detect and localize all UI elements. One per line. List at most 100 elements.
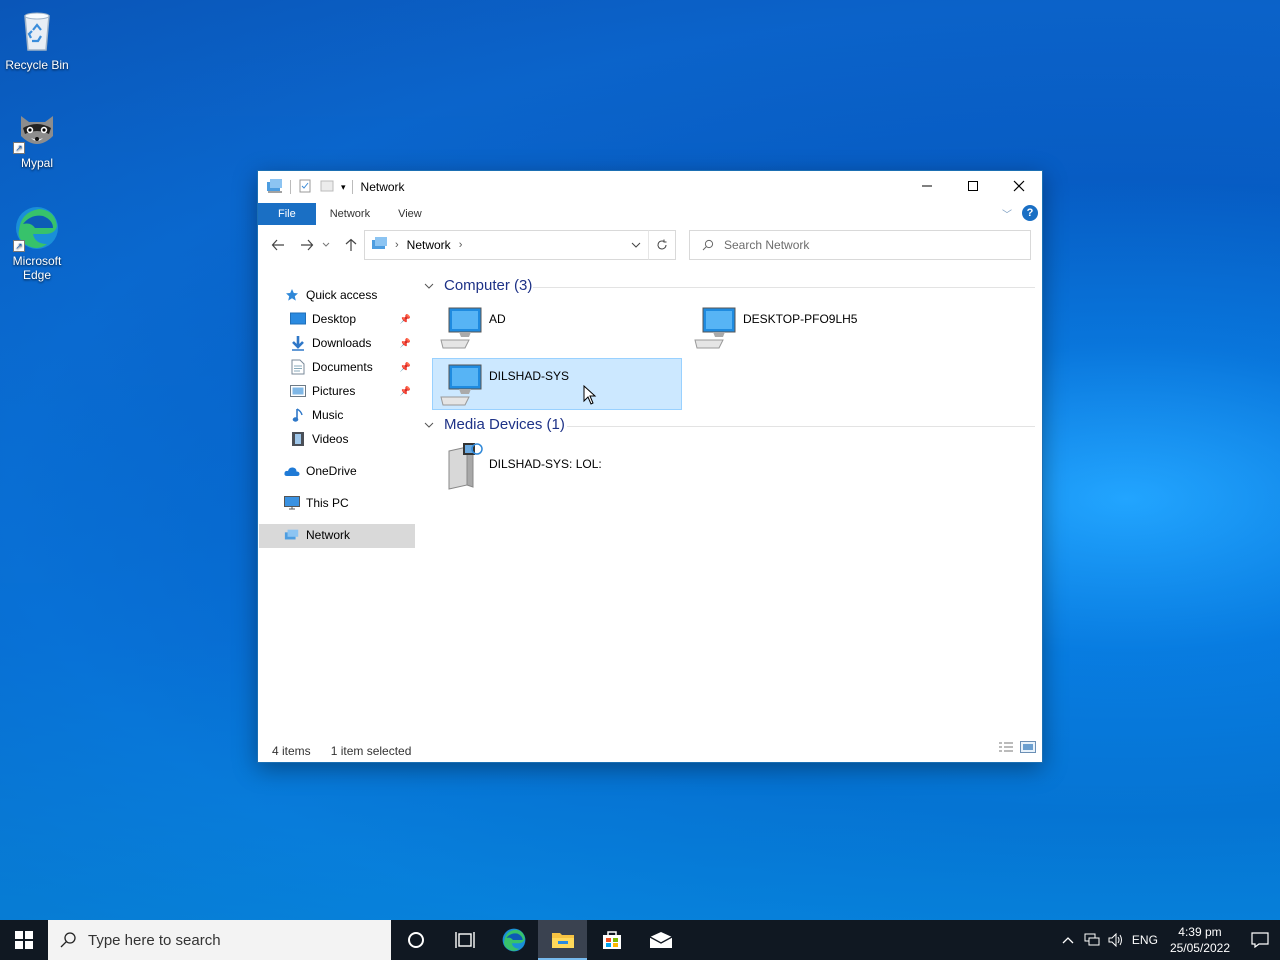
tab-network[interactable]: Network bbox=[316, 203, 384, 225]
nav-item-quick-access[interactable]: Quick access bbox=[284, 284, 377, 306]
task-view-button[interactable] bbox=[440, 920, 489, 960]
windows-logo-icon bbox=[15, 931, 33, 949]
chevron-down-icon bbox=[424, 419, 438, 431]
task-view-icon bbox=[454, 932, 475, 948]
nav-item-pictures[interactable]: Pictures 📌 bbox=[290, 380, 415, 402]
properties-icon[interactable] bbox=[297, 178, 313, 197]
pin-icon[interactable]: 📌 bbox=[400, 386, 411, 397]
music-note-icon bbox=[290, 407, 306, 423]
nav-item-music[interactable]: Music bbox=[290, 404, 343, 426]
item-label: DESKTOP-PFO9LH5 bbox=[743, 312, 858, 326]
chevron-down-icon bbox=[631, 242, 641, 248]
pin-icon[interactable]: 📌 bbox=[400, 362, 411, 373]
group-divider bbox=[567, 426, 1035, 427]
divider bbox=[351, 180, 353, 194]
tab-file[interactable]: File bbox=[258, 203, 316, 225]
computer-icon bbox=[693, 306, 737, 350]
breadcrumb-network[interactable]: Network bbox=[407, 238, 451, 252]
close-button[interactable] bbox=[996, 171, 1042, 201]
navigation-pane: Quick access Desktop 📌 Downloads 📌 Docum… bbox=[258, 281, 415, 731]
group-header-computer[interactable]: Computer (3) bbox=[424, 277, 532, 294]
up-button[interactable] bbox=[339, 233, 363, 257]
nav-item-label: Music bbox=[312, 408, 344, 422]
action-center-button[interactable] bbox=[1240, 920, 1280, 960]
film-strip-icon bbox=[290, 431, 306, 447]
taskbar-edge-button[interactable] bbox=[489, 920, 538, 960]
expand-ribbon-chevron-icon[interactable]: ﹀ bbox=[1002, 206, 1012, 221]
group-title: Computer (3) bbox=[444, 277, 533, 294]
chevron-down-icon bbox=[322, 242, 330, 247]
customize-qat-chevron-icon[interactable]: ▾ bbox=[341, 182, 346, 193]
media-item-dilshad-sys-lol[interactable]: DILSHAD-SYS: LOL: bbox=[433, 441, 683, 493]
nav-item-label: Desktop bbox=[312, 312, 357, 326]
start-button[interactable] bbox=[0, 920, 48, 960]
back-arrow-icon bbox=[271, 239, 284, 251]
desktop-icon-label: Microsoft Edge bbox=[12, 254, 62, 282]
group-divider bbox=[533, 287, 1035, 288]
quick-access-toolbar: ▾ bbox=[258, 178, 353, 197]
nav-item-network[interactable]: Network bbox=[284, 524, 350, 546]
new-folder-icon[interactable] bbox=[319, 178, 335, 197]
nav-item-downloads[interactable]: Downloads 📌 bbox=[290, 332, 415, 354]
edge-icon: ↗ bbox=[13, 204, 61, 252]
network-icon bbox=[284, 527, 300, 543]
store-icon bbox=[602, 931, 621, 949]
network-status-icon[interactable] bbox=[1080, 933, 1104, 947]
show-hidden-icons-chevron-icon[interactable] bbox=[1056, 936, 1080, 944]
system-tray: ENG 4:39 pm 25/05/2022 bbox=[1056, 920, 1280, 960]
address-dropdown-button[interactable] bbox=[625, 231, 647, 259]
group-title: Media Devices (1) bbox=[444, 416, 565, 433]
network-item-desktop-pfo9lh5[interactable]: DESKTOP-PFO9LH5 bbox=[687, 302, 937, 354]
divider bbox=[290, 180, 291, 194]
maximize-button[interactable] bbox=[950, 171, 996, 201]
taskbar: Type here to search ENG 4:39 pm 25/05/20… bbox=[0, 920, 1280, 960]
up-arrow-icon bbox=[345, 238, 357, 251]
nav-item-videos[interactable]: Videos bbox=[290, 428, 348, 450]
address-bar[interactable]: › Network › bbox=[364, 230, 676, 260]
back-button[interactable] bbox=[266, 233, 290, 257]
volume-icon[interactable] bbox=[1104, 933, 1128, 947]
cortana-icon bbox=[407, 932, 424, 948]
desktop-icon-recycle-bin[interactable]: Recycle Bin bbox=[0, 8, 74, 72]
refresh-button[interactable] bbox=[648, 230, 676, 260]
details-view-icon[interactable] bbox=[998, 741, 1014, 756]
minimize-icon bbox=[922, 185, 932, 187]
desktop-icon-mypal[interactable]: ↗ Mypal bbox=[0, 106, 74, 170]
refresh-icon bbox=[657, 239, 667, 250]
recent-locations-button[interactable] bbox=[319, 233, 333, 257]
tab-view[interactable]: View bbox=[384, 203, 436, 225]
breadcrumb-separator-icon[interactable]: › bbox=[459, 239, 463, 251]
taskbar-search-box[interactable]: Type here to search bbox=[48, 920, 391, 960]
pin-icon[interactable]: 📌 bbox=[400, 338, 411, 349]
nav-item-label: Documents bbox=[312, 360, 373, 374]
mail-icon bbox=[649, 932, 672, 948]
nav-item-onedrive[interactable]: OneDrive bbox=[284, 460, 357, 482]
input-language[interactable]: ENG bbox=[1128, 933, 1162, 947]
forward-button[interactable] bbox=[295, 233, 319, 257]
window-title: Network bbox=[360, 180, 405, 194]
nav-item-label: Quick access bbox=[306, 288, 378, 302]
desktop-icon-label: Recycle Bin bbox=[5, 58, 69, 72]
nav-item-documents[interactable]: Documents 📌 bbox=[290, 356, 415, 378]
taskbar-store-button[interactable] bbox=[587, 920, 636, 960]
help-icon[interactable]: ? bbox=[1022, 205, 1038, 221]
search-box[interactable]: Search Network bbox=[689, 230, 1031, 260]
nav-item-label: Network bbox=[306, 528, 351, 542]
nav-item-label: Videos bbox=[312, 432, 349, 446]
network-item-dilshad-sys[interactable]: DILSHAD-SYS bbox=[432, 358, 682, 410]
desktop-icon-edge[interactable]: ↗ Microsoft Edge bbox=[0, 204, 74, 282]
minimize-button[interactable] bbox=[904, 171, 950, 201]
cortana-button[interactable] bbox=[391, 920, 440, 960]
network-item-ad[interactable]: AD bbox=[433, 302, 683, 354]
nav-item-this-pc[interactable]: This PC bbox=[284, 492, 349, 514]
group-header-media-devices[interactable]: Media Devices (1) bbox=[424, 416, 565, 433]
taskbar-mail-button[interactable] bbox=[636, 920, 685, 960]
breadcrumb-separator-icon: › bbox=[395, 239, 399, 251]
large-icons-view-icon[interactable] bbox=[1020, 741, 1036, 756]
nav-item-desktop[interactable]: Desktop 📌 bbox=[290, 308, 415, 330]
mypal-raccoon-icon: ↗ bbox=[13, 106, 61, 154]
taskbar-file-explorer-button[interactable] bbox=[538, 920, 587, 960]
pin-icon[interactable]: 📌 bbox=[400, 314, 411, 325]
clock[interactable]: 4:39 pm 25/05/2022 bbox=[1170, 924, 1230, 956]
ribbon-tabs: File Network View ﹀ ? bbox=[258, 203, 1042, 225]
